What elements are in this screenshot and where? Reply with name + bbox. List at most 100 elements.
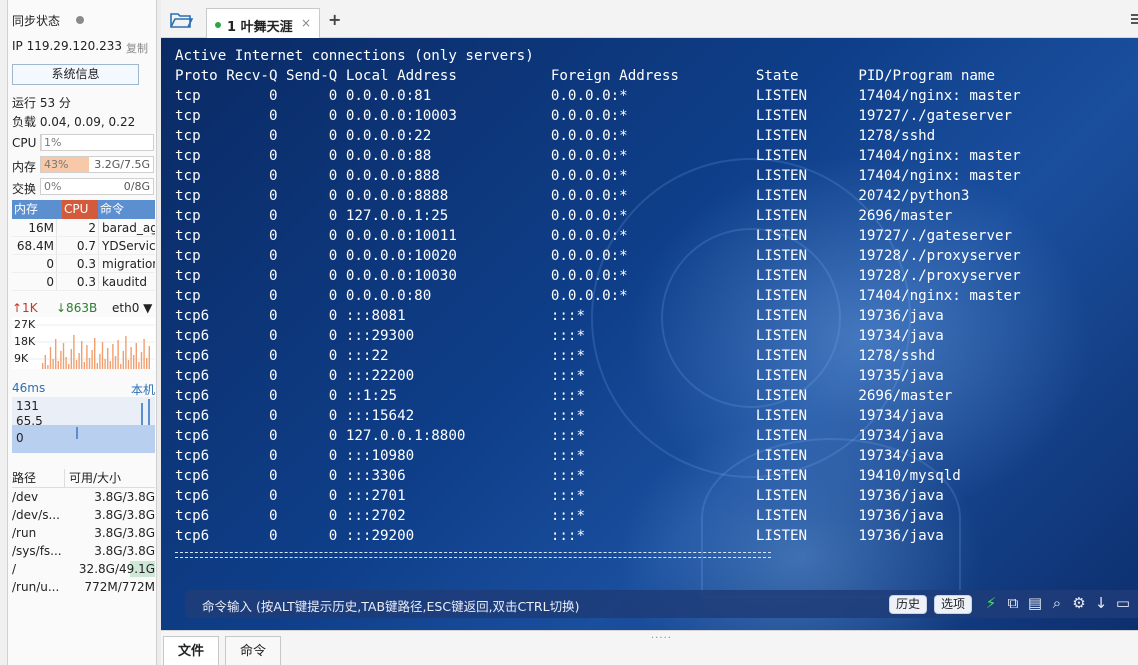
network-header: ↑1K ↓863B eth0 ▼	[12, 301, 155, 317]
table-row[interactable]: 68.4M 0.7 YDService	[12, 237, 155, 255]
disk-path: /run	[12, 526, 37, 540]
close-icon[interactable]: ×	[301, 16, 311, 30]
terminal-output-line: tcp 0 0 0.0.0.0:80 0.0.0.0:* LISTEN 1740…	[175, 288, 1021, 304]
terminal-output: Active Internet connections (only server…	[175, 46, 1021, 546]
history-button[interactable]: 历史	[889, 595, 928, 614]
terminal-output-line: tcp 0 0 127.0.0.1:25 0.0.0.0:* LISTEN 26…	[175, 208, 953, 224]
network-traffic-bar	[140, 352, 143, 369]
window-icon[interactable]: ▭	[1114, 594, 1132, 612]
network-traffic-bar	[68, 364, 70, 369]
terminal-output-line: tcp6 0 0 127.0.0.1:8800 :::* LISTEN 1973…	[175, 428, 944, 444]
bottom-panel: ..... 文件 命令	[161, 630, 1138, 665]
network-traffic-bar	[127, 360, 130, 369]
cpu-meter-percent: 1%	[44, 136, 62, 149]
left-gutter	[0, 0, 8, 665]
panel-resize-handle[interactable]: .....	[651, 630, 672, 641]
network-traffic-bar	[42, 363, 44, 369]
terminal-output-line: tcp6 0 0 :::8081 :::* LISTEN 19736/java	[175, 308, 944, 324]
menu-icon[interactable]	[1131, 14, 1138, 26]
cpu-meter-fill	[41, 135, 43, 150]
paste-icon[interactable]: ▤	[1026, 594, 1044, 612]
system-info-button[interactable]: 系统信息	[12, 64, 139, 85]
network-traffic-bar	[78, 353, 80, 369]
add-tab-icon[interactable]: +	[328, 10, 341, 29]
swap-meter-detail: 0/8G	[123, 180, 150, 193]
terminal-output-line: tcp 0 0 0.0.0.0:10030 0.0.0.0:* LISTEN 1…	[175, 268, 1021, 284]
process-cpu: 0.3	[56, 273, 98, 290]
table-row[interactable]: /run/u... 772M/772M	[12, 578, 155, 596]
download-icon[interactable]: ↓	[1092, 594, 1110, 612]
network-traffic-bar	[55, 339, 57, 369]
network-traffic-chart: 27K 18K 9K	[12, 317, 155, 369]
network-traffic-bar	[104, 359, 106, 369]
disk-size: 772M/772M	[84, 580, 155, 594]
column-header-cpu[interactable]: CPU	[62, 200, 98, 219]
link-icon[interactable]: ⧉	[1004, 594, 1022, 612]
terminal-pane[interactable]: Active Internet connections (only server…	[161, 38, 1138, 630]
table-row[interactable]: 16M 2 barad_ag	[12, 219, 155, 237]
network-traffic-bar	[60, 351, 62, 369]
swap-meter-label: 交换	[12, 182, 37, 196]
table-row[interactable]: /dev/s... 3.8G/3.8G	[12, 506, 155, 524]
network-traffic-bar	[138, 362, 140, 369]
network-traffic-bar	[83, 362, 85, 369]
options-button[interactable]: 选项	[934, 595, 973, 614]
network-traffic-bar	[70, 349, 72, 369]
table-row[interactable]: /run 3.8G/3.8G	[12, 524, 155, 542]
disk-size: 3.8G/3.8G	[94, 490, 155, 504]
table-row[interactable]: 0 0.3 kauditd	[12, 273, 155, 291]
disk-table-header: 路径 可用/大小	[12, 469, 155, 488]
column-header-memory[interactable]: 内存	[12, 200, 62, 219]
network-traffic-bar	[125, 336, 127, 369]
process-cpu: 2	[56, 219, 98, 236]
network-traffic-bar	[120, 364, 122, 369]
network-traffic-bar	[96, 363, 98, 369]
network-traffic-bar	[135, 343, 137, 369]
latency-value: 46ms	[12, 381, 46, 395]
download-rate: ↓863B	[56, 301, 98, 315]
column-header-path[interactable]: 路径	[12, 469, 64, 487]
command-input-hint[interactable]: 命令输入 (按ALT键提示历史,TAB键路径,ESC键返回,双击CTRL切换)	[202, 596, 579, 615]
uptime-text: 运行 53 分	[12, 96, 71, 110]
terminal-output-line: tcp6 0 0 :::2702 :::* LISTEN 19736/java	[175, 508, 944, 524]
network-traffic-bar	[112, 344, 114, 369]
network-traffic-bar	[49, 347, 52, 369]
terminal-output-line: tcp 0 0 0.0.0.0:10020 0.0.0.0:* LISTEN 1…	[175, 248, 1021, 264]
network-traffic-bar	[143, 339, 145, 369]
network-traffic-bar	[133, 355, 135, 369]
session-tab-bar: 1 叶舞天涯 × +	[161, 0, 1138, 38]
lightning-icon[interactable]: ⚡	[982, 594, 1000, 612]
terminal-output-line: tcp6 0 0 :::22 :::* LISTEN 1278/sshd	[175, 348, 936, 364]
column-header-available-size[interactable]: 可用/大小	[64, 469, 155, 487]
search-icon[interactable]: ⌕	[1048, 594, 1066, 612]
terminal-separator	[175, 552, 771, 558]
gear-icon[interactable]: ⚙	[1070, 594, 1088, 612]
process-command: kauditd	[98, 273, 155, 290]
process-memory: 0	[46, 257, 54, 271]
disk-path: /	[12, 562, 17, 576]
table-row[interactable]: /dev 3.8G/3.8G	[12, 488, 155, 506]
terminal-output-line: tcp 0 0 0.0.0.0:888 0.0.0.0:* LISTEN 174…	[175, 168, 1021, 184]
terminal-output-line: tcp6 0 0 :::2701 :::* LISTEN 19736/java	[175, 488, 944, 504]
interface-select[interactable]: eth0 ▼	[112, 301, 152, 315]
latency-target[interactable]: 本机	[131, 381, 155, 398]
network-traffic-bar	[122, 351, 124, 369]
command-input-bar[interactable]: 命令输入 (按ALT键提示历史,TAB键路径,ESC键返回,双击CTRL切换) …	[185, 590, 1138, 618]
terminal-output-line: tcp6 0 0 :::29200 :::* LISTEN 19736/java	[175, 528, 944, 544]
table-row[interactable]: 0 0.3 migration	[12, 255, 155, 273]
table-row[interactable]: / 32.8G/49.1G	[12, 560, 155, 578]
terminal-output-line: tcp6 0 0 :::3306 :::* LISTEN 19410/mysql…	[175, 468, 961, 484]
table-row[interactable]: /sys/fs... 3.8G/3.8G	[12, 542, 155, 560]
column-header-command[interactable]: 命令	[98, 200, 155, 219]
terminal-output-line: tcp 0 0 0.0.0.0:88 0.0.0.0:* LISTEN 1740…	[175, 148, 1021, 164]
copy-ip-link[interactable]: 复制	[126, 40, 148, 56]
tab-session-1[interactable]: 1 叶舞天涯 ×	[206, 8, 320, 38]
folder-icon[interactable]	[169, 10, 193, 30]
tab-commands[interactable]: 命令	[225, 636, 282, 665]
network-traffic-bar	[44, 355, 46, 369]
network-traffic-bar	[86, 345, 88, 369]
tab-files[interactable]: 文件	[163, 636, 220, 665]
disk-path: /dev	[12, 490, 39, 504]
swap-meter-percent: 0%	[44, 180, 62, 193]
network-traffic-bar	[117, 340, 119, 369]
